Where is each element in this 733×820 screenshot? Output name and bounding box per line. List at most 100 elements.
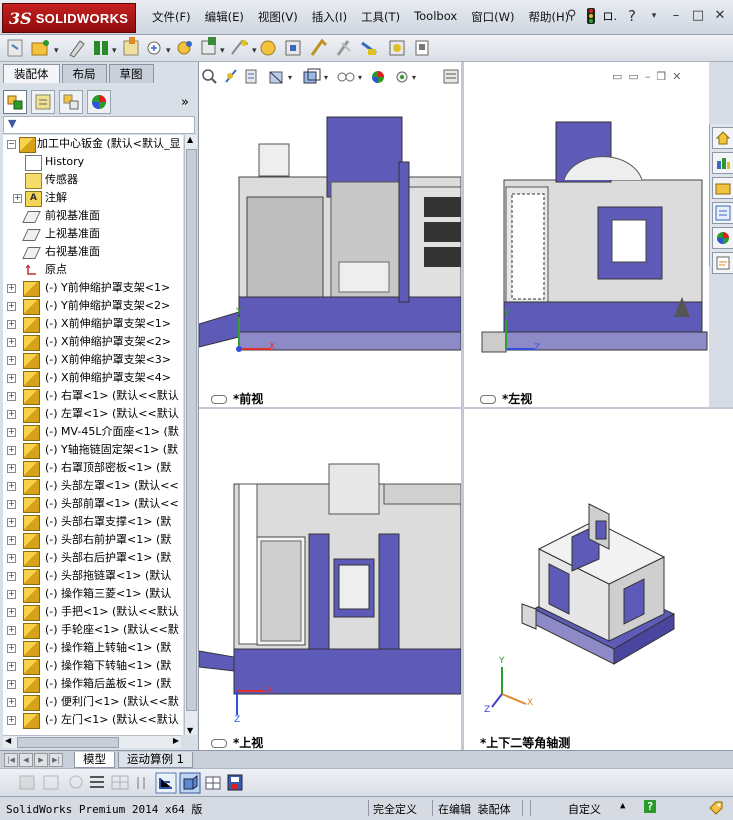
- rebuild-status-icon[interactable]: [586, 8, 595, 24]
- tree-component[interactable]: + (-) X前伸缩护罩支架<1>: [3, 315, 183, 333]
- expand-icon[interactable]: +: [7, 608, 16, 617]
- configuration-manager-icon[interactable]: [59, 90, 83, 114]
- status-units[interactable]: 自定义: [568, 801, 601, 817]
- tree-vertical-scrollbar[interactable]: ▲ ▼: [184, 135, 197, 735]
- expand-icon[interactable]: +: [7, 698, 16, 707]
- next-tab-icon[interactable]: ▶: [34, 753, 48, 767]
- close-icon[interactable]: ✕: [713, 9, 727, 23]
- tree-component[interactable]: + (-) MV-45L介面座<1> (默: [3, 423, 183, 441]
- feature-tree-icon[interactable]: [3, 90, 27, 114]
- expand-icon[interactable]: +: [7, 518, 16, 527]
- viewport-isometric[interactable]: Y X Z *上下二等角轴测: [464, 409, 733, 750]
- tree-item[interactable]: 前视基准面: [3, 207, 183, 225]
- two-view-icon[interactable]: ▭: [628, 70, 638, 83]
- menu-insert[interactable]: 插入(I): [312, 9, 347, 25]
- expand-icon[interactable]: +: [7, 464, 16, 473]
- tree-component[interactable]: + (-) 便利门<1> (默认<<默: [3, 693, 183, 711]
- expand-icon[interactable]: +: [7, 446, 16, 455]
- display-manager-icon[interactable]: [87, 90, 111, 114]
- pin-icon[interactable]: ⚲: [565, 9, 579, 23]
- first-tab-icon[interactable]: |◀: [4, 753, 18, 767]
- expand-icon[interactable]: +: [13, 194, 22, 203]
- viewport-front[interactable]: X Y *前视: [199, 62, 461, 407]
- tab-layout[interactable]: 布局: [61, 64, 107, 83]
- custom-properties-icon[interactable]: [712, 252, 733, 274]
- close-viewport-icon[interactable]: ✕: [672, 70, 681, 83]
- link-views-icon[interactable]: [211, 395, 227, 404]
- tree-component[interactable]: + (-) 操作箱后盖板<1> (默: [3, 675, 183, 693]
- menu-window[interactable]: 窗口(W): [471, 9, 514, 25]
- restore-icon[interactable]: □: [691, 9, 705, 23]
- tree-item[interactable]: + A 注解: [3, 189, 183, 207]
- tree-component[interactable]: + (-) 头部前罩<1> (默认<<: [3, 495, 183, 513]
- tag-icon[interactable]: [708, 800, 724, 819]
- scroll-down-icon[interactable]: ▼: [187, 726, 193, 735]
- tree-component[interactable]: + (-) 右罩<1> (默认<<默认: [3, 387, 183, 405]
- units-dropdown-icon[interactable]: ▲: [620, 801, 625, 811]
- hscroll-thumb[interactable]: [17, 737, 119, 748]
- tree-component[interactable]: + (-) 右罩顶部密板<1> (默: [3, 459, 183, 477]
- minimize-icon[interactable]: –: [669, 9, 683, 23]
- tree-item[interactable]: 右视基准面: [3, 243, 183, 261]
- tree-component[interactable]: + (-) 头部右后护罩<1> (默: [3, 549, 183, 567]
- single-view-icon[interactable]: ▭: [612, 70, 622, 83]
- tab-motion-study[interactable]: 运动算例 1: [118, 752, 193, 768]
- tree-item[interactable]: 原点: [3, 261, 183, 279]
- restore-viewport-icon[interactable]: ❐: [656, 70, 666, 83]
- menu-file[interactable]: 文件(F): [152, 9, 191, 25]
- viewport-left[interactable]: Z Y ▭ ▭ – ❐ ✕ *左视: [464, 62, 709, 407]
- view-palette-icon[interactable]: [712, 202, 733, 224]
- chevron-down-icon[interactable]: ▾: [647, 9, 661, 23]
- tree-component[interactable]: + (-) 头部拖链罩<1> (默认: [3, 567, 183, 585]
- tree-component[interactable]: + (-) X前伸缩护罩支架<4>: [3, 369, 183, 387]
- design-library-icon[interactable]: [712, 152, 733, 174]
- tree-component[interactable]: + (-) 左门<1> (默认<<默认: [3, 711, 183, 729]
- status-help-button[interactable]: ?: [644, 800, 656, 813]
- appearances-icon[interactable]: [712, 227, 733, 249]
- help-button[interactable]: ?: [625, 9, 639, 24]
- tree-component[interactable]: + (-) Y前伸缩护罩支架<1>: [3, 279, 183, 297]
- expand-icon[interactable]: +: [7, 338, 16, 347]
- expand-icon[interactable]: +: [7, 680, 16, 689]
- expand-icon[interactable]: +: [7, 428, 16, 437]
- file-explorer-icon[interactable]: [712, 177, 733, 199]
- expand-icon[interactable]: +: [7, 662, 16, 671]
- expand-icon[interactable]: +: [7, 500, 16, 509]
- expand-icon[interactable]: +: [7, 644, 16, 653]
- menu-view[interactable]: 视图(V): [258, 9, 298, 25]
- tree-item[interactable]: 传感器: [3, 171, 183, 189]
- viewport-top[interactable]: X Z *上视: [199, 409, 461, 750]
- tree-component[interactable]: + (-) 手轮座<1> (默认<<默: [3, 621, 183, 639]
- tree-component[interactable]: + (-) X前伸缩护罩支架<3>: [3, 351, 183, 369]
- tree-component[interactable]: + (-) 头部右罩支撑<1> (默: [3, 513, 183, 531]
- link-views-icon[interactable]: [211, 739, 227, 748]
- tree-component[interactable]: + (-) 操作箱三菱<1> (默认: [3, 585, 183, 603]
- tree-component[interactable]: + (-) 左罩<1> (默认<<默认: [3, 405, 183, 423]
- menu-help[interactable]: 帮助(H): [529, 9, 570, 25]
- link-views-icon[interactable]: [480, 395, 496, 404]
- menu-edit[interactable]: 编辑(E): [205, 9, 244, 25]
- home-icon[interactable]: [712, 127, 733, 149]
- tree-component[interactable]: + (-) 手把<1> (默认<<默认: [3, 603, 183, 621]
- expand-panel-button[interactable]: »: [181, 95, 189, 110]
- tree-component[interactable]: + (-) X前伸缩护罩支架<2>: [3, 333, 183, 351]
- last-tab-icon[interactable]: ▶|: [49, 753, 63, 767]
- expand-icon[interactable]: +: [7, 536, 16, 545]
- tab-assembly[interactable]: 装配体: [3, 64, 60, 83]
- expand-icon[interactable]: +: [7, 374, 16, 383]
- menu-tools[interactable]: 工具(T): [361, 9, 400, 25]
- expand-icon[interactable]: +: [7, 284, 16, 293]
- tab-sketch[interactable]: 草图: [108, 64, 154, 83]
- collapse-icon[interactable]: −: [7, 140, 16, 149]
- expand-icon[interactable]: +: [7, 626, 16, 635]
- expand-icon[interactable]: +: [7, 716, 16, 725]
- property-manager-icon[interactable]: [31, 90, 55, 114]
- scroll-right-icon[interactable]: ▶: [173, 736, 179, 745]
- expand-icon[interactable]: +: [7, 320, 16, 329]
- scroll-up-icon[interactable]: ▲: [187, 135, 193, 144]
- tree-component[interactable]: + (-) 操作箱上转轴<1> (默: [3, 639, 183, 657]
- tree-item[interactable]: 上视基准面: [3, 225, 183, 243]
- tree-item[interactable]: History: [3, 153, 183, 171]
- tree-root[interactable]: − 加工中心钣金 (默认<默认_显: [3, 135, 183, 153]
- solidworks-logo[interactable]: 3S SOLIDWORKS: [2, 3, 136, 33]
